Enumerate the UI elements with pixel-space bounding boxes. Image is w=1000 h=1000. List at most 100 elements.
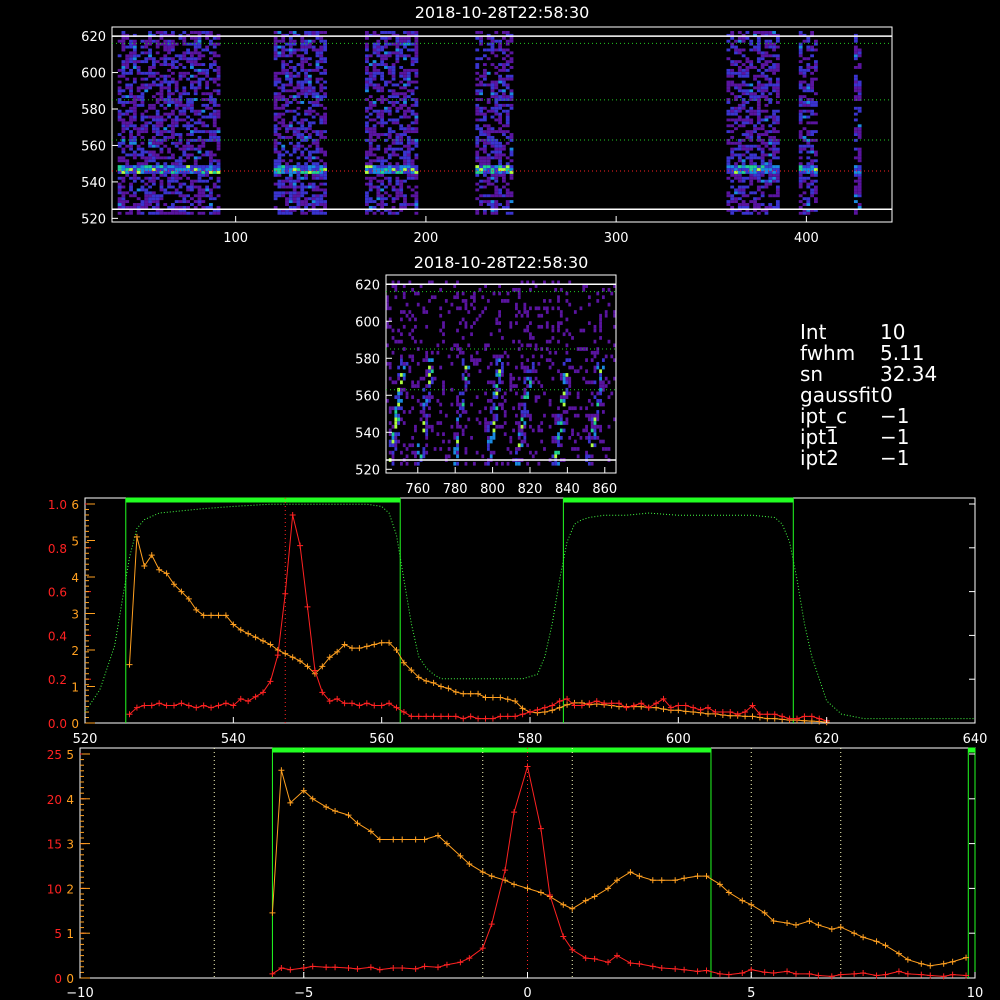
heatmap-cell	[288, 197, 293, 201]
heatmap-cell	[368, 83, 373, 87]
heatmap-cell	[209, 188, 213, 192]
heatmap-cell	[479, 194, 483, 198]
heatmap-cell	[395, 191, 400, 195]
heatmap-cell	[734, 165, 738, 169]
heatmap-cell	[456, 402, 459, 407]
heatmap-cell	[498, 48, 502, 52]
heatmap-cell	[760, 74, 765, 78]
heatmap-cell	[391, 77, 396, 81]
heatmap-cell	[853, 179, 858, 183]
heatmap-cell	[193, 194, 198, 198]
heatmap-cell	[520, 361, 524, 366]
heatmap-cell	[593, 417, 597, 422]
heatmap-cell	[193, 159, 198, 163]
heatmap-cell	[565, 391, 569, 396]
heatmap-cell	[281, 179, 286, 183]
heatmap-cell	[475, 188, 480, 192]
heatmap-cell	[140, 141, 145, 145]
heatmap-cell	[296, 80, 301, 84]
heatmap-cell	[425, 428, 429, 433]
heatmap-cell	[529, 306, 532, 311]
heatmap-cell	[159, 74, 164, 78]
heatmap-cell	[281, 106, 286, 110]
heatmap-cell	[447, 310, 451, 314]
heatmap-cell	[384, 165, 388, 169]
orange-series-point	[282, 650, 289, 657]
heatmap-cell	[273, 57, 278, 61]
heatmap-cell	[300, 133, 305, 136]
heatmap-cell	[853, 211, 858, 215]
heatmap-cell	[486, 447, 490, 451]
heatmap-cell	[475, 182, 480, 186]
heatmap-cell	[117, 197, 122, 201]
heatmap-cell	[397, 395, 401, 399]
heatmap-cell	[323, 162, 327, 166]
heatmap-cell	[319, 159, 324, 163]
heatmap-cell	[300, 39, 305, 43]
heatmap-cell	[730, 109, 735, 113]
orange-series-point	[423, 678, 430, 685]
heatmap-cell	[509, 77, 514, 81]
heatmap-cell	[159, 124, 164, 128]
heatmap-cell	[182, 124, 187, 128]
y-tick-label: 540	[355, 426, 380, 441]
heatmap-cell	[368, 188, 373, 192]
heatmap-cell	[201, 48, 206, 52]
heatmap-cell	[151, 182, 156, 186]
red-series-point	[705, 704, 711, 711]
heatmap-cell	[772, 127, 776, 131]
heatmap-cell	[590, 380, 594, 385]
heatmap-cell	[292, 68, 297, 72]
heatmap-cell	[288, 211, 293, 215]
heatmap-cell	[498, 147, 502, 151]
heatmap-cell	[726, 141, 731, 145]
heatmap-cell	[494, 71, 499, 75]
red-series-point	[282, 590, 289, 597]
heatmap-cell	[526, 358, 530, 362]
heatmap-cell	[764, 165, 769, 169]
heatmap-cell	[408, 365, 412, 370]
heatmap-cell	[559, 376, 563, 381]
heatmap-cell	[806, 103, 811, 107]
heatmap-cell	[726, 200, 731, 204]
heatmap-cell	[498, 424, 501, 429]
heatmap-cell	[857, 54, 862, 58]
heatmap-cell	[806, 203, 811, 206]
heatmap-cell	[734, 48, 738, 52]
heatmap-cell	[726, 89, 731, 93]
heatmap-cell	[802, 80, 807, 84]
heatmap-cell	[167, 147, 171, 151]
heatmap-cell	[579, 406, 583, 411]
heatmap-cell	[853, 95, 858, 99]
heatmap-cell	[737, 170, 742, 174]
heatmap-cell	[502, 31, 506, 34]
red-series-point	[860, 970, 867, 977]
heatmap-cell	[193, 205, 198, 209]
heatmap-cell	[304, 130, 308, 134]
heatmap-cell	[490, 173, 495, 177]
heatmap-cell	[442, 432, 445, 436]
heatmap-cell	[490, 200, 495, 204]
heatmap-cell	[425, 354, 429, 359]
heatmap-cell	[806, 121, 811, 125]
heatmap-cell	[857, 133, 862, 136]
heatmap-cell	[505, 162, 510, 166]
heatmap-cell	[741, 83, 746, 87]
heatmap-cell	[512, 384, 516, 388]
heatmap-cell	[775, 36, 780, 40]
red-series-point	[786, 715, 793, 722]
heatmap-cell	[315, 31, 320, 34]
heatmap-cell	[368, 165, 373, 169]
heatmap-cell	[756, 45, 761, 49]
heatmap-cell	[414, 51, 419, 55]
heatmap-cell	[144, 45, 149, 49]
heatmap-cell	[399, 86, 404, 90]
heatmap-cell	[484, 424, 487, 429]
heatmap-cell	[296, 86, 301, 90]
heatmap-cell	[285, 200, 289, 204]
heatmap-cell	[167, 68, 171, 72]
heatmap-cell	[170, 80, 175, 84]
heatmap-cell	[579, 347, 583, 351]
heatmap-cell	[764, 118, 769, 122]
heatmap-cell	[505, 48, 510, 52]
